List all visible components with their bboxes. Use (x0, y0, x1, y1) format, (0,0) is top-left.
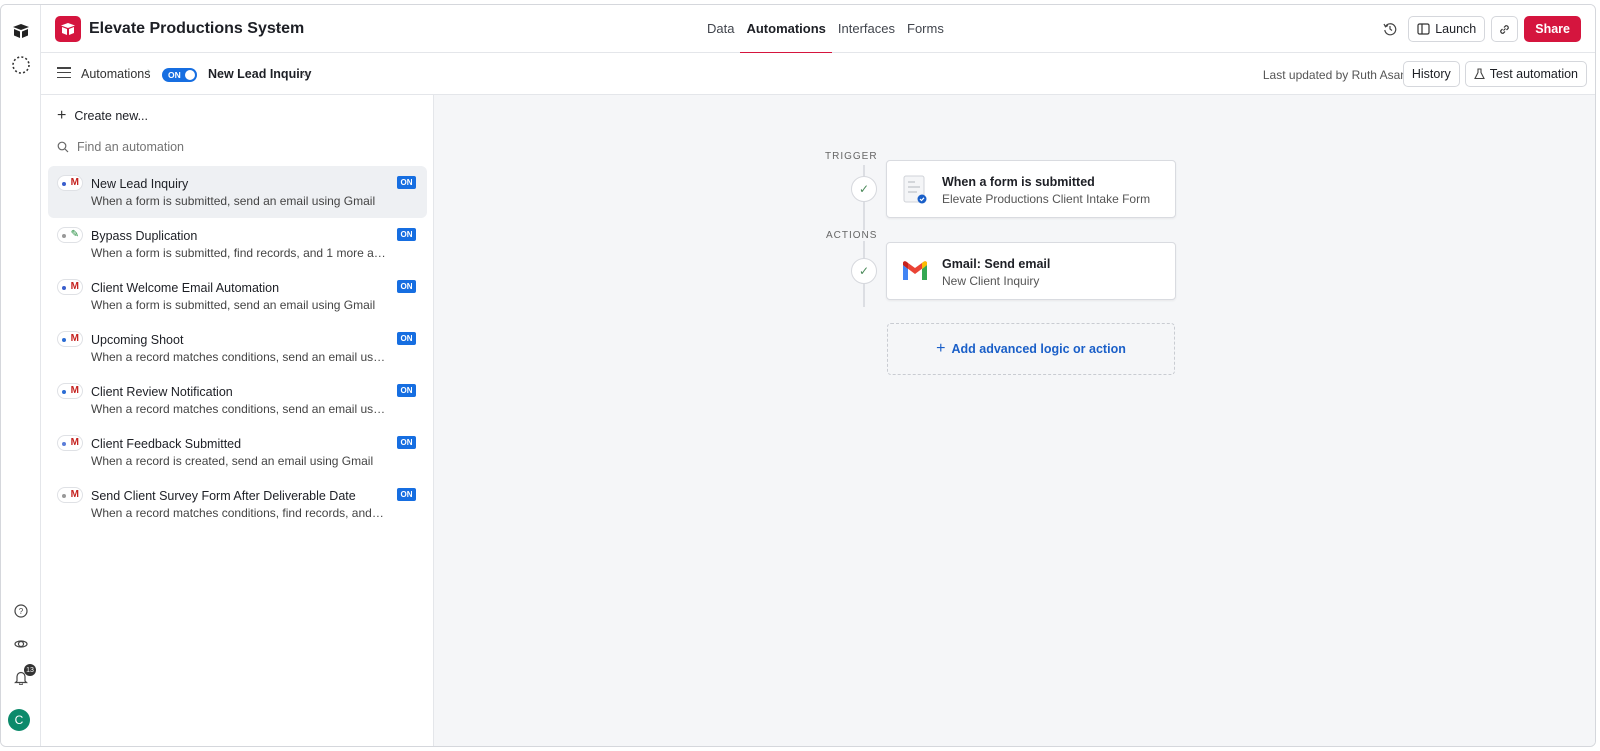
status-badge: ON (397, 488, 416, 501)
create-new-label: Create new... (74, 109, 148, 123)
chevron-right-icon: › (147, 66, 151, 78)
list-item[interactable]: M Send Client Survey Form After Delivera… (48, 478, 427, 530)
trigger-card[interactable]: When a form is submitted Elevate Product… (886, 160, 1176, 218)
status-badge: ON (397, 176, 416, 189)
automation-toggle[interactable]: ON (162, 68, 197, 82)
automation-desc: When a record matches conditions, send a… (91, 402, 386, 416)
chevron-down-icon[interactable]: ⌵ (273, 22, 281, 35)
tab-automations[interactable]: Automations (740, 5, 833, 54)
actions-label: ACTIONS (824, 230, 880, 241)
automation-desc: When a record is created, send an email … (91, 454, 374, 468)
chevron-down-icon[interactable]: ⌵ (301, 68, 309, 79)
action-subtitle: New Client Inquiry (942, 274, 1040, 288)
gmail-icon: M (57, 175, 83, 191)
add-logic-button[interactable]: + Add advanced logic or action (887, 323, 1175, 375)
left-rail: ? 13 C (1, 5, 41, 746)
gmail-icon: M (57, 383, 83, 399)
workspace-icon[interactable] (9, 53, 33, 77)
list-item[interactable]: M Client Review Notification When a reco… (48, 374, 427, 426)
status-badge: ON (397, 228, 416, 241)
edit-icon: ✎ (57, 227, 83, 243)
gmail-icon: M (57, 435, 83, 451)
trigger-subtitle: Elevate Productions Client Intake Form (942, 192, 1151, 206)
automation-name: Upcoming Shoot (91, 333, 184, 347)
automation-desc: When a record matches conditions, send a… (91, 350, 386, 364)
base-title[interactable]: Elevate Productions System (89, 20, 304, 38)
list-item[interactable]: M New Lead Inquiry When a form is submit… (48, 166, 427, 218)
automation-name: New Lead Inquiry (91, 177, 189, 191)
list-item[interactable]: M Client Welcome Email Automation When a… (48, 270, 427, 322)
status-badge: ON (397, 384, 416, 397)
top-header: Elevate Productions System ⌵ Data Automa… (41, 5, 1595, 54)
automation-name: Send Client Survey Form After Deliverabl… (91, 489, 356, 503)
test-automation-button[interactable]: Test automation (1464, 61, 1587, 87)
automation-name: Client Review Notification (91, 385, 233, 399)
search-bar (57, 140, 277, 154)
list-item[interactable]: ✎ Bypass Duplication When a form is subm… (48, 218, 427, 270)
help-icon[interactable]: ? (9, 599, 33, 623)
automation-desc: When a form is submitted, find records, … (91, 246, 386, 260)
automation-desc: When a form is submitted, send an email … (91, 298, 376, 312)
action-card[interactable]: Gmail: Send email New Client Inquiry (886, 242, 1176, 300)
automation-desc: When a record matches conditions, find r… (91, 506, 386, 520)
search-icon (57, 141, 69, 153)
launch-button[interactable]: Launch (1408, 16, 1486, 42)
tab-forms[interactable]: Forms (901, 5, 950, 53)
gmail-icon: M (57, 487, 83, 503)
plus-icon: + (57, 107, 67, 124)
plus-icon: + (936, 340, 946, 357)
automation-list: M New Lead Inquiry When a form is submit… (48, 166, 427, 530)
current-automation-name[interactable]: New Lead Inquiry (208, 67, 312, 81)
status-badge: ON (397, 332, 416, 345)
test-automation-label: Test automation (1489, 67, 1578, 81)
history-icon[interactable] (1378, 16, 1402, 42)
gmail-icon: M (57, 279, 83, 295)
trigger-label: TRIGGER (825, 151, 878, 162)
search-input[interactable] (77, 140, 277, 154)
menu-icon[interactable] (57, 67, 71, 79)
gmail-icon: M (57, 331, 83, 347)
link-icon (1500, 24, 1510, 34)
launch-icon (1417, 23, 1430, 35)
svg-text:?: ? (19, 607, 24, 616)
trigger-title: When a form is submitted (942, 175, 1095, 189)
check-icon: ✓ (851, 176, 877, 202)
share-button[interactable]: Share (1524, 16, 1581, 42)
tab-data[interactable]: Data (701, 5, 740, 53)
automation-name: Client Feedback Submitted (91, 437, 242, 451)
airtable-logo-icon[interactable] (9, 19, 33, 43)
automation-list-panel: + Create new... M New Lead Inquiry When … (41, 95, 434, 746)
breadcrumb-automations[interactable]: Automations (81, 67, 150, 81)
launch-label: Launch (1435, 22, 1477, 36)
header-actions: Launch Share (1378, 16, 1581, 42)
flask-icon (1473, 68, 1485, 80)
list-item[interactable]: M Upcoming Shoot When a record matches c… (48, 322, 427, 374)
automation-name: Client Welcome Email Automation (91, 281, 280, 295)
toolbar-actions: History Test automation (1402, 61, 1587, 87)
copy-link-button[interactable] (1491, 16, 1519, 42)
automation-desc: When a form is submitted, send an email … (91, 194, 376, 208)
automation-name: Bypass Duplication (91, 229, 198, 243)
form-icon (901, 175, 929, 204)
action-title: Gmail: Send email (942, 257, 1051, 271)
universe-icon[interactable] (9, 632, 33, 656)
base-logo-icon[interactable] (55, 16, 81, 42)
status-badge: ON (397, 280, 416, 293)
automation-canvas: TRIGGER ACTIONS ✓ ✓ When a form is submi… (434, 95, 1595, 746)
history-button[interactable]: History (1402, 61, 1460, 87)
list-item[interactable]: M Client Feedback Submitted When a recor… (48, 426, 427, 478)
add-logic-label: Add advanced logic or action (951, 342, 1126, 356)
automation-toolbar: Automations › ON New Lead Inquiry ⌵ Last… (41, 53, 1595, 95)
tab-interfaces[interactable]: Interfaces (832, 5, 901, 53)
app-window: ? 13 C Elevate Productions System ⌵ Data… (0, 4, 1596, 747)
last-updated-text: Last updated by Ruth Asante (1262, 68, 1417, 82)
avatar[interactable]: C (8, 709, 30, 731)
check-icon: ✓ (851, 258, 877, 284)
gmail-icon (901, 257, 929, 285)
notification-badge: 13 (24, 664, 36, 676)
nav-tabs: Data Automations Interfaces Forms (701, 5, 950, 54)
create-new-button[interactable]: + Create new... (57, 107, 148, 124)
status-badge: ON (397, 436, 416, 449)
